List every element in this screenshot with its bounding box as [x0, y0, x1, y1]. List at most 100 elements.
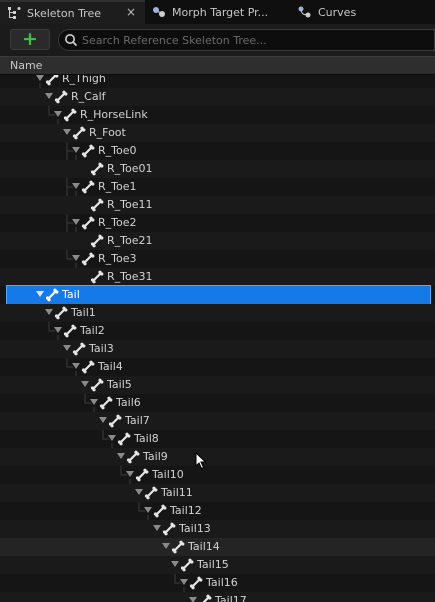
tree-row[interactable]: Tail9 [0, 448, 435, 466]
bone-name: Tail3 [89, 342, 114, 355]
tree-row[interactable]: Tail13 [0, 520, 435, 538]
expand-arrow-icon[interactable] [144, 507, 152, 513]
column-header[interactable]: Name [0, 56, 435, 75]
tab-bar: Skeleton Tree × Morph Target Pr... Curve… [0, 0, 435, 24]
bone-name: R_Toe1 [98, 180, 137, 193]
expand-arrow-icon[interactable] [72, 183, 80, 189]
expand-arrow-icon[interactable] [63, 345, 71, 351]
tab-morph-target-preview[interactable]: Morph Target Pr... [152, 0, 292, 24]
bone-name: Tail10 [152, 468, 184, 481]
morph-target-icon [152, 5, 166, 19]
tree-row[interactable]: Tail [6, 285, 431, 305]
expand-arrow-icon[interactable] [72, 147, 80, 153]
expand-arrow-icon[interactable] [36, 75, 44, 81]
bone-name: R_Foot [89, 126, 126, 139]
skeleton-tree[interactable]: R_Thigh R_Calf R_HorseLink R_Foot R_Toe0 R_To… [0, 75, 435, 602]
bone-name: Tail16 [206, 576, 238, 589]
expand-arrow-icon[interactable] [171, 561, 179, 567]
expand-arrow-icon[interactable] [54, 327, 62, 333]
tree-row[interactable]: Tail10 [0, 466, 435, 484]
expand-arrow-icon[interactable] [72, 255, 80, 261]
bone-name: Tail11 [161, 486, 193, 499]
expand-arrow-icon[interactable] [72, 363, 80, 369]
tree-row[interactable]: Tail17 [0, 592, 435, 602]
bone-name: Tail1 [71, 306, 96, 319]
bone-icon [90, 270, 104, 284]
bone-name: Tail15 [197, 558, 229, 571]
toolbar: + [0, 24, 435, 56]
tree-row[interactable]: R_Toe2 [0, 214, 435, 232]
tree-row[interactable]: R_Toe11 [0, 196, 435, 214]
expand-arrow-icon[interactable] [162, 543, 170, 549]
expand-arrow-icon[interactable] [153, 525, 161, 531]
tree-row[interactable]: Tail14 [0, 538, 435, 556]
bone-name: Tail4 [98, 360, 123, 373]
expand-arrow-icon[interactable] [81, 381, 89, 387]
bone-name: Tail12 [170, 504, 202, 517]
tree-row[interactable]: Tail6 [0, 394, 435, 412]
plus-icon: + [22, 28, 38, 50]
close-tab-icon[interactable]: × [124, 0, 138, 24]
bone-name: Tail7 [125, 414, 150, 427]
tree-row[interactable]: R_Toe21 [0, 232, 435, 250]
bone-icon [171, 540, 185, 554]
bone-icon [189, 576, 203, 590]
tree-row[interactable]: Tail3 [0, 340, 435, 358]
expand-arrow-icon[interactable] [63, 129, 71, 135]
tree-row[interactable]: R_Foot [0, 124, 435, 142]
expand-arrow-icon[interactable] [117, 453, 125, 459]
add-button[interactable]: + [10, 29, 50, 50]
search-box[interactable] [58, 29, 435, 51]
tree-row[interactable]: Tail8 [0, 430, 435, 448]
tree-row[interactable]: Tail1 [0, 304, 435, 322]
expand-arrow-icon[interactable] [36, 291, 44, 297]
bone-name: Tail8 [134, 432, 159, 445]
tree-row[interactable]: R_Toe0 [0, 142, 435, 160]
bone-icon [54, 306, 68, 320]
expand-arrow-icon[interactable] [54, 111, 62, 117]
tree-row[interactable]: R_Toe31 [0, 268, 435, 286]
search-input[interactable] [82, 33, 422, 47]
search-icon [64, 33, 78, 47]
expand-arrow-icon[interactable] [72, 219, 80, 225]
bone-icon [99, 396, 113, 410]
tree-row[interactable]: Tail2 [0, 322, 435, 340]
tree-row[interactable]: Tail16 [0, 574, 435, 592]
tree-row[interactable]: R_Toe01 [0, 160, 435, 178]
bone-icon [54, 90, 68, 104]
bone-icon [162, 522, 176, 536]
expand-arrow-icon[interactable] [180, 579, 188, 585]
bone-icon [45, 288, 59, 302]
expand-arrow-icon[interactable] [126, 471, 134, 477]
expand-arrow-icon[interactable] [135, 489, 143, 495]
tree-row[interactable]: R_Thigh [0, 75, 435, 88]
expand-arrow-icon[interactable] [189, 597, 197, 602]
tree-row[interactable]: Tail12 [0, 502, 435, 520]
expand-arrow-icon[interactable] [45, 93, 53, 99]
expand-arrow-icon[interactable] [99, 417, 107, 423]
tree-row[interactable]: R_Calf [0, 88, 435, 106]
bone-icon [81, 252, 95, 266]
tree-row[interactable]: Tail7 [0, 412, 435, 430]
tree-row[interactable]: Tail4 [0, 358, 435, 376]
bone-name: Tail14 [188, 540, 220, 553]
expand-arrow-icon[interactable] [45, 309, 53, 315]
tree-row[interactable]: Tail15 [0, 556, 435, 574]
bone-name: Tail5 [107, 378, 132, 391]
bone-icon [81, 144, 95, 158]
tab-curves[interactable]: Curves [298, 0, 378, 24]
bone-name: R_Toe11 [107, 198, 153, 211]
bone-icon [153, 504, 167, 518]
expand-arrow-icon[interactable] [90, 399, 98, 405]
expand-arrow-icon[interactable] [108, 435, 116, 441]
tree-row[interactable]: R_Toe3 [0, 250, 435, 268]
tree-row[interactable]: R_Toe1 [0, 178, 435, 196]
tab-label: Curves [318, 5, 357, 19]
tree-row[interactable]: Tail5 [0, 376, 435, 394]
tree-row[interactable]: Tail11 [0, 484, 435, 502]
tree-row[interactable]: R_HorseLink [0, 106, 435, 124]
bone-icon [72, 126, 86, 140]
bone-icon [45, 75, 59, 86]
bone-name: R_Toe2 [98, 216, 137, 229]
bone-icon [117, 432, 131, 446]
